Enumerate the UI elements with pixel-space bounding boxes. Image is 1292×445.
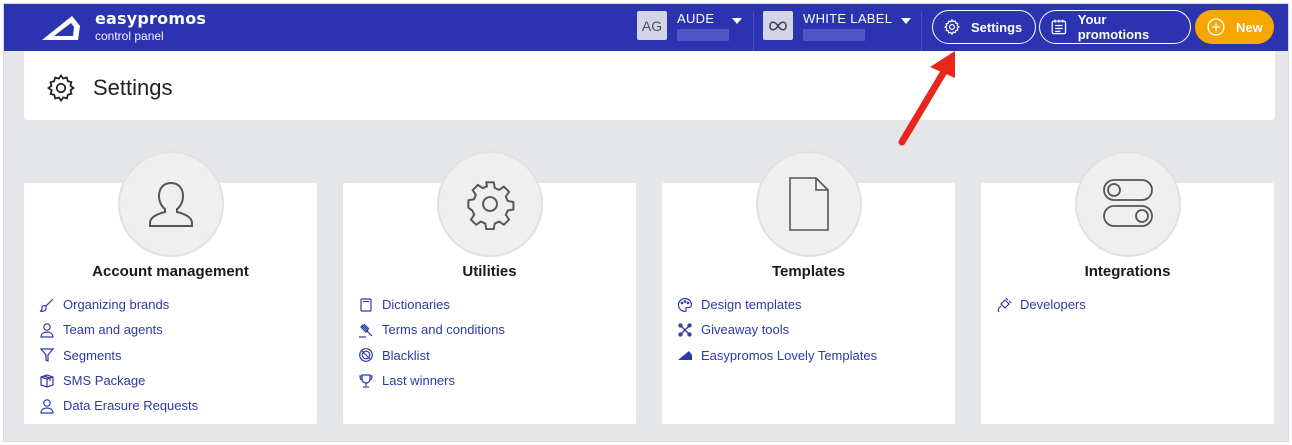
design-templates-link[interactable]: Design templates — [677, 292, 877, 317]
plug-icon — [997, 297, 1012, 313]
label-detail-redacted — [803, 29, 865, 41]
blacklist-link[interactable]: Blacklist — [358, 343, 505, 368]
last-winners-link[interactable]: Last winners — [358, 368, 505, 393]
account-management-card: Account management Organizing brands Tea… — [24, 151, 317, 424]
card-title: Utilities — [462, 263, 517, 280]
link-label: Organizing brands — [63, 297, 170, 313]
infinity-icon — [763, 11, 793, 40]
brand: easypromos control panel — [95, 9, 206, 44]
utilities-card: Utilities Dictionaries Terms and conditi… — [343, 151, 636, 424]
package-icon — [40, 373, 54, 388]
avatar: AG — [637, 11, 667, 40]
app-frame: easypromos control panel AG AUDE WHITE L… — [3, 3, 1289, 442]
link-label: Giveaway tools — [701, 322, 790, 338]
new-button-label: New — [1236, 19, 1263, 35]
plus-circle-icon — [1207, 18, 1225, 36]
user-icon — [118, 151, 224, 257]
terms-and-conditions-link[interactable]: Terms and conditions — [358, 317, 505, 342]
brand-subtitle: control panel — [95, 29, 164, 43]
link-label: Dictionaries — [382, 297, 450, 313]
data-erasure-requests-link[interactable]: Data Erasure Requests — [39, 393, 198, 418]
card-title: Templates — [771, 263, 846, 280]
link-label: SMS Package — [63, 373, 146, 389]
link-label: Blacklist — [382, 347, 430, 363]
page-title: Settings — [93, 75, 173, 100]
card-title: Account management — [92, 263, 249, 280]
link-label: Team and agents — [63, 322, 163, 338]
chevron-down-icon[interactable] — [901, 18, 911, 24]
link-label: Design templates — [701, 297, 802, 313]
page-header: Settings — [24, 51, 1275, 120]
chevron-down-icon[interactable] — [732, 18, 742, 24]
gear-icon — [437, 151, 543, 257]
new-promotion-button[interactable]: New — [1195, 10, 1274, 44]
card-title: Integrations — [1084, 263, 1171, 280]
link-list: Dictionaries Terms and conditions Blackl… — [358, 292, 505, 393]
label-selector[interactable]: WHITE LABEL — [763, 11, 892, 45]
document-icon — [756, 151, 862, 257]
calendar-icon — [1051, 19, 1067, 35]
link-label: Segments — [63, 347, 122, 363]
link-label: Developers — [1020, 297, 1086, 313]
ban-icon — [359, 348, 373, 363]
label-name: WHITE LABEL — [803, 11, 893, 26]
divider — [921, 12, 922, 52]
link-label: Terms and conditions — [382, 322, 505, 338]
templates-card: Templates Design templates Giveaway tool… — [662, 151, 955, 424]
link-label: Last winners — [382, 373, 455, 389]
link-label: Easypromos Lovely Templates — [701, 347, 878, 363]
account-selector[interactable]: AG AUDE — [637, 11, 729, 45]
giveaway-tools-link[interactable]: Giveaway tools — [677, 317, 877, 342]
your-promotions-button[interactable]: Your promotions — [1039, 10, 1191, 44]
toggles-icon — [1075, 151, 1181, 257]
easypromos-logo-icon[interactable] — [40, 14, 82, 42]
team-and-agents-link[interactable]: Team and agents — [39, 317, 198, 342]
brush-icon — [39, 298, 54, 312]
dictionaries-link[interactable]: Dictionaries — [358, 292, 505, 317]
gavel-icon — [359, 323, 373, 338]
integrations-card: Integrations Developers — [981, 151, 1274, 424]
brand-name: easypromos — [95, 9, 207, 28]
segments-link[interactable]: Segments — [39, 343, 198, 368]
your-promotions-label: Your promotions — [1077, 12, 1150, 42]
top-navigation-bar: easypromos control panel AG AUDE WHITE L… — [4, 4, 1288, 52]
user-icon — [40, 323, 54, 338]
easypromos-lovely-templates-link[interactable]: Easypromos Lovely Templates — [677, 343, 877, 368]
tools-icon — [678, 323, 692, 337]
link-list: Developers — [996, 292, 1086, 317]
settings-button[interactable]: Settings — [932, 10, 1036, 44]
developers-link[interactable]: Developers — [996, 292, 1086, 317]
user-icon — [40, 399, 54, 414]
divider — [753, 12, 754, 52]
link-label: Data Erasure Requests — [63, 398, 199, 414]
account-email-redacted — [677, 29, 729, 41]
easypromos-logo-icon — [678, 351, 692, 361]
palette-icon — [677, 297, 693, 312]
gear-icon — [46, 73, 76, 103]
sms-package-link[interactable]: SMS Package — [39, 368, 198, 393]
settings-button-label: Settings — [971, 19, 1023, 35]
book-icon — [360, 298, 372, 312]
trophy-icon — [359, 373, 373, 388]
gear-icon — [944, 18, 961, 36]
organizing-brands-link[interactable]: Organizing brands — [39, 292, 198, 317]
filter-icon — [39, 348, 55, 363]
link-list: Organizing brands Team and agents Segmen… — [39, 292, 198, 418]
account-name: AUDE — [677, 11, 715, 26]
link-list: Design templates Giveaway tools Easyprom… — [677, 292, 877, 368]
